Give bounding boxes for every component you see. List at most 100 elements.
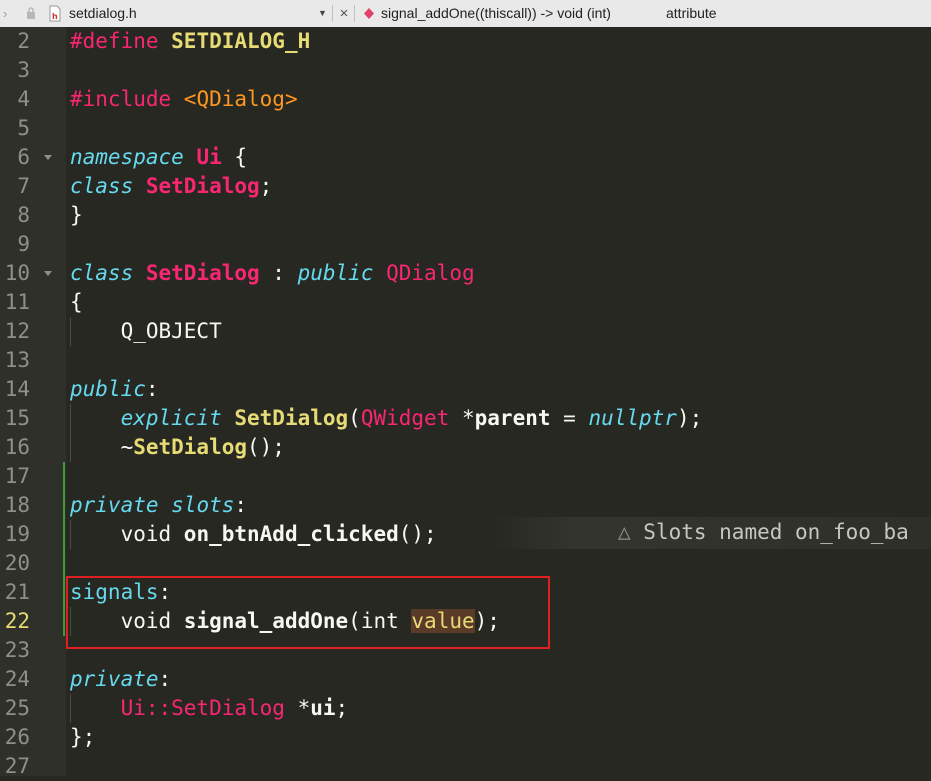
line-number: 23 [4, 638, 30, 662]
symbol-selector[interactable]: signal_addOne((thiscall)) -> void (int) [381, 0, 611, 27]
code-token: explicit [120, 406, 235, 430]
code-token: ( [348, 406, 361, 430]
code-token: QWidget [360, 406, 462, 430]
indent-guide [70, 520, 71, 549]
file-dropdown-icon[interactable]: ▼ [318, 0, 328, 27]
code-token: * [461, 406, 475, 430]
editor-toolbar: › h setdialog.h ▼ × signal_addOne((thisc… [0, 0, 931, 28]
signals-highlight-box [66, 576, 550, 649]
line-number: 22 [4, 609, 30, 633]
change-marker [63, 462, 65, 636]
symbol-icon [363, 0, 375, 27]
line-number: 12 [4, 319, 30, 343]
svg-text:h: h [52, 12, 58, 21]
code-line[interactable]: class SetDialog; [70, 172, 272, 201]
nav-forward-icon[interactable]: › [3, 0, 13, 27]
line-number: 14 [4, 377, 30, 401]
code-token: nullptr [588, 406, 677, 430]
code-token: QDialog [386, 261, 475, 285]
fold-arrow-icon[interactable] [44, 271, 52, 276]
code-token: : [145, 377, 159, 401]
line-number: 11 [4, 290, 30, 314]
code-line[interactable]: explicit SetDialog(QWidget *parent = nul… [70, 404, 703, 433]
line-number: 17 [4, 464, 30, 488]
line-number: 16 [4, 435, 30, 459]
code-token: SETDIALOG_H [171, 29, 311, 53]
lock-icon [25, 0, 37, 27]
file-name-label[interactable]: setdialog.h [69, 0, 137, 27]
line-number: 19 [4, 522, 30, 546]
line-number: 18 [4, 493, 30, 517]
code-token: Q_OBJECT [70, 319, 222, 343]
code-line[interactable]: { [70, 288, 83, 317]
toolbar-separator [354, 5, 355, 22]
code-line[interactable]: #define SETDIALOG_H [70, 27, 310, 56]
line-number: 2 [17, 29, 30, 53]
code-line[interactable]: }; [70, 723, 95, 752]
code-line[interactable]: public: [70, 375, 159, 404]
code-token: class [70, 261, 146, 285]
code-line[interactable]: } [70, 201, 83, 230]
toolbar-separator [332, 5, 333, 22]
code-token: : [158, 667, 172, 691]
code-token: class [70, 174, 146, 198]
code-token: : [259, 261, 298, 285]
code-token: private [70, 493, 172, 517]
code-line[interactable]: private slots: [70, 491, 247, 520]
line-number-gutter: 2 3 4 5 6 7 8 9 10 11 12 13 14 15 16 17 18 19 20 21 22 23 24 25… [0, 27, 66, 778]
code-token: #include [70, 87, 184, 111]
code-line[interactable]: namespace Ui { [70, 143, 247, 172]
line-number: 3 [17, 58, 30, 82]
close-icon[interactable]: × [338, 0, 350, 27]
line-number: 25 [4, 696, 30, 720]
code-line[interactable]: class SetDialog : public QDialog [70, 259, 475, 288]
code-line[interactable]: #include <QDialog> [70, 85, 298, 114]
code-line[interactable]: private: [70, 665, 171, 694]
attribute-label[interactable]: attribute [666, 0, 717, 27]
code-line[interactable]: ~SetDialog(); [70, 433, 285, 462]
code-line[interactable]: Ui::SetDialog *ui; [70, 694, 349, 723]
code-editor[interactable]: 2 3 4 5 6 7 8 9 10 11 12 13 14 15 16 17 18 19 20 21 22 23 24 25… [0, 27, 931, 778]
line-number: 27 [4, 754, 30, 778]
warning-text: Slots named on_foo_ba [643, 520, 909, 544]
line-number: 26 [4, 725, 30, 749]
warning-icon: △ [618, 520, 644, 544]
line-number: 24 [4, 667, 30, 691]
line-number: 4 [17, 87, 30, 111]
code-token: }; [70, 725, 96, 749]
code-token: (); [247, 435, 285, 459]
fold-arrow-icon[interactable] [44, 155, 52, 160]
code-token: parent [474, 406, 551, 430]
code-token: * [297, 696, 311, 720]
code-token: (); [398, 522, 437, 546]
indent-guide [70, 607, 71, 636]
code-line[interactable]: Q_OBJECT [70, 317, 222, 346]
code-token: public [70, 377, 146, 401]
code-token: slots [171, 493, 235, 517]
code-token: void [120, 522, 184, 546]
code-token: } [70, 203, 83, 227]
header-file-icon: h [48, 0, 62, 27]
code-token: SetDialog [145, 261, 260, 285]
code-token: ; [259, 174, 273, 198]
code-token: { [221, 145, 248, 169]
code-token: public [297, 261, 387, 285]
code-line[interactable]: void on_btnAdd_clicked(); [70, 520, 437, 549]
indent-guide [70, 317, 71, 346]
line-number: 13 [4, 348, 30, 372]
indent-guide [70, 404, 71, 462]
code-token: : [234, 493, 248, 517]
code-token: ui [310, 696, 336, 720]
indent-guide [70, 694, 71, 723]
line-number: 8 [17, 203, 30, 227]
code-token: SetDialog [133, 435, 248, 459]
inline-warning: △ Slots named on_foo_ba [618, 518, 909, 547]
code-token: ); [676, 406, 703, 430]
code-token: ; [335, 696, 349, 720]
code-token: private [70, 667, 159, 691]
line-number: 10 [4, 261, 30, 285]
code-token: on_btnAdd_clicked [183, 522, 399, 546]
